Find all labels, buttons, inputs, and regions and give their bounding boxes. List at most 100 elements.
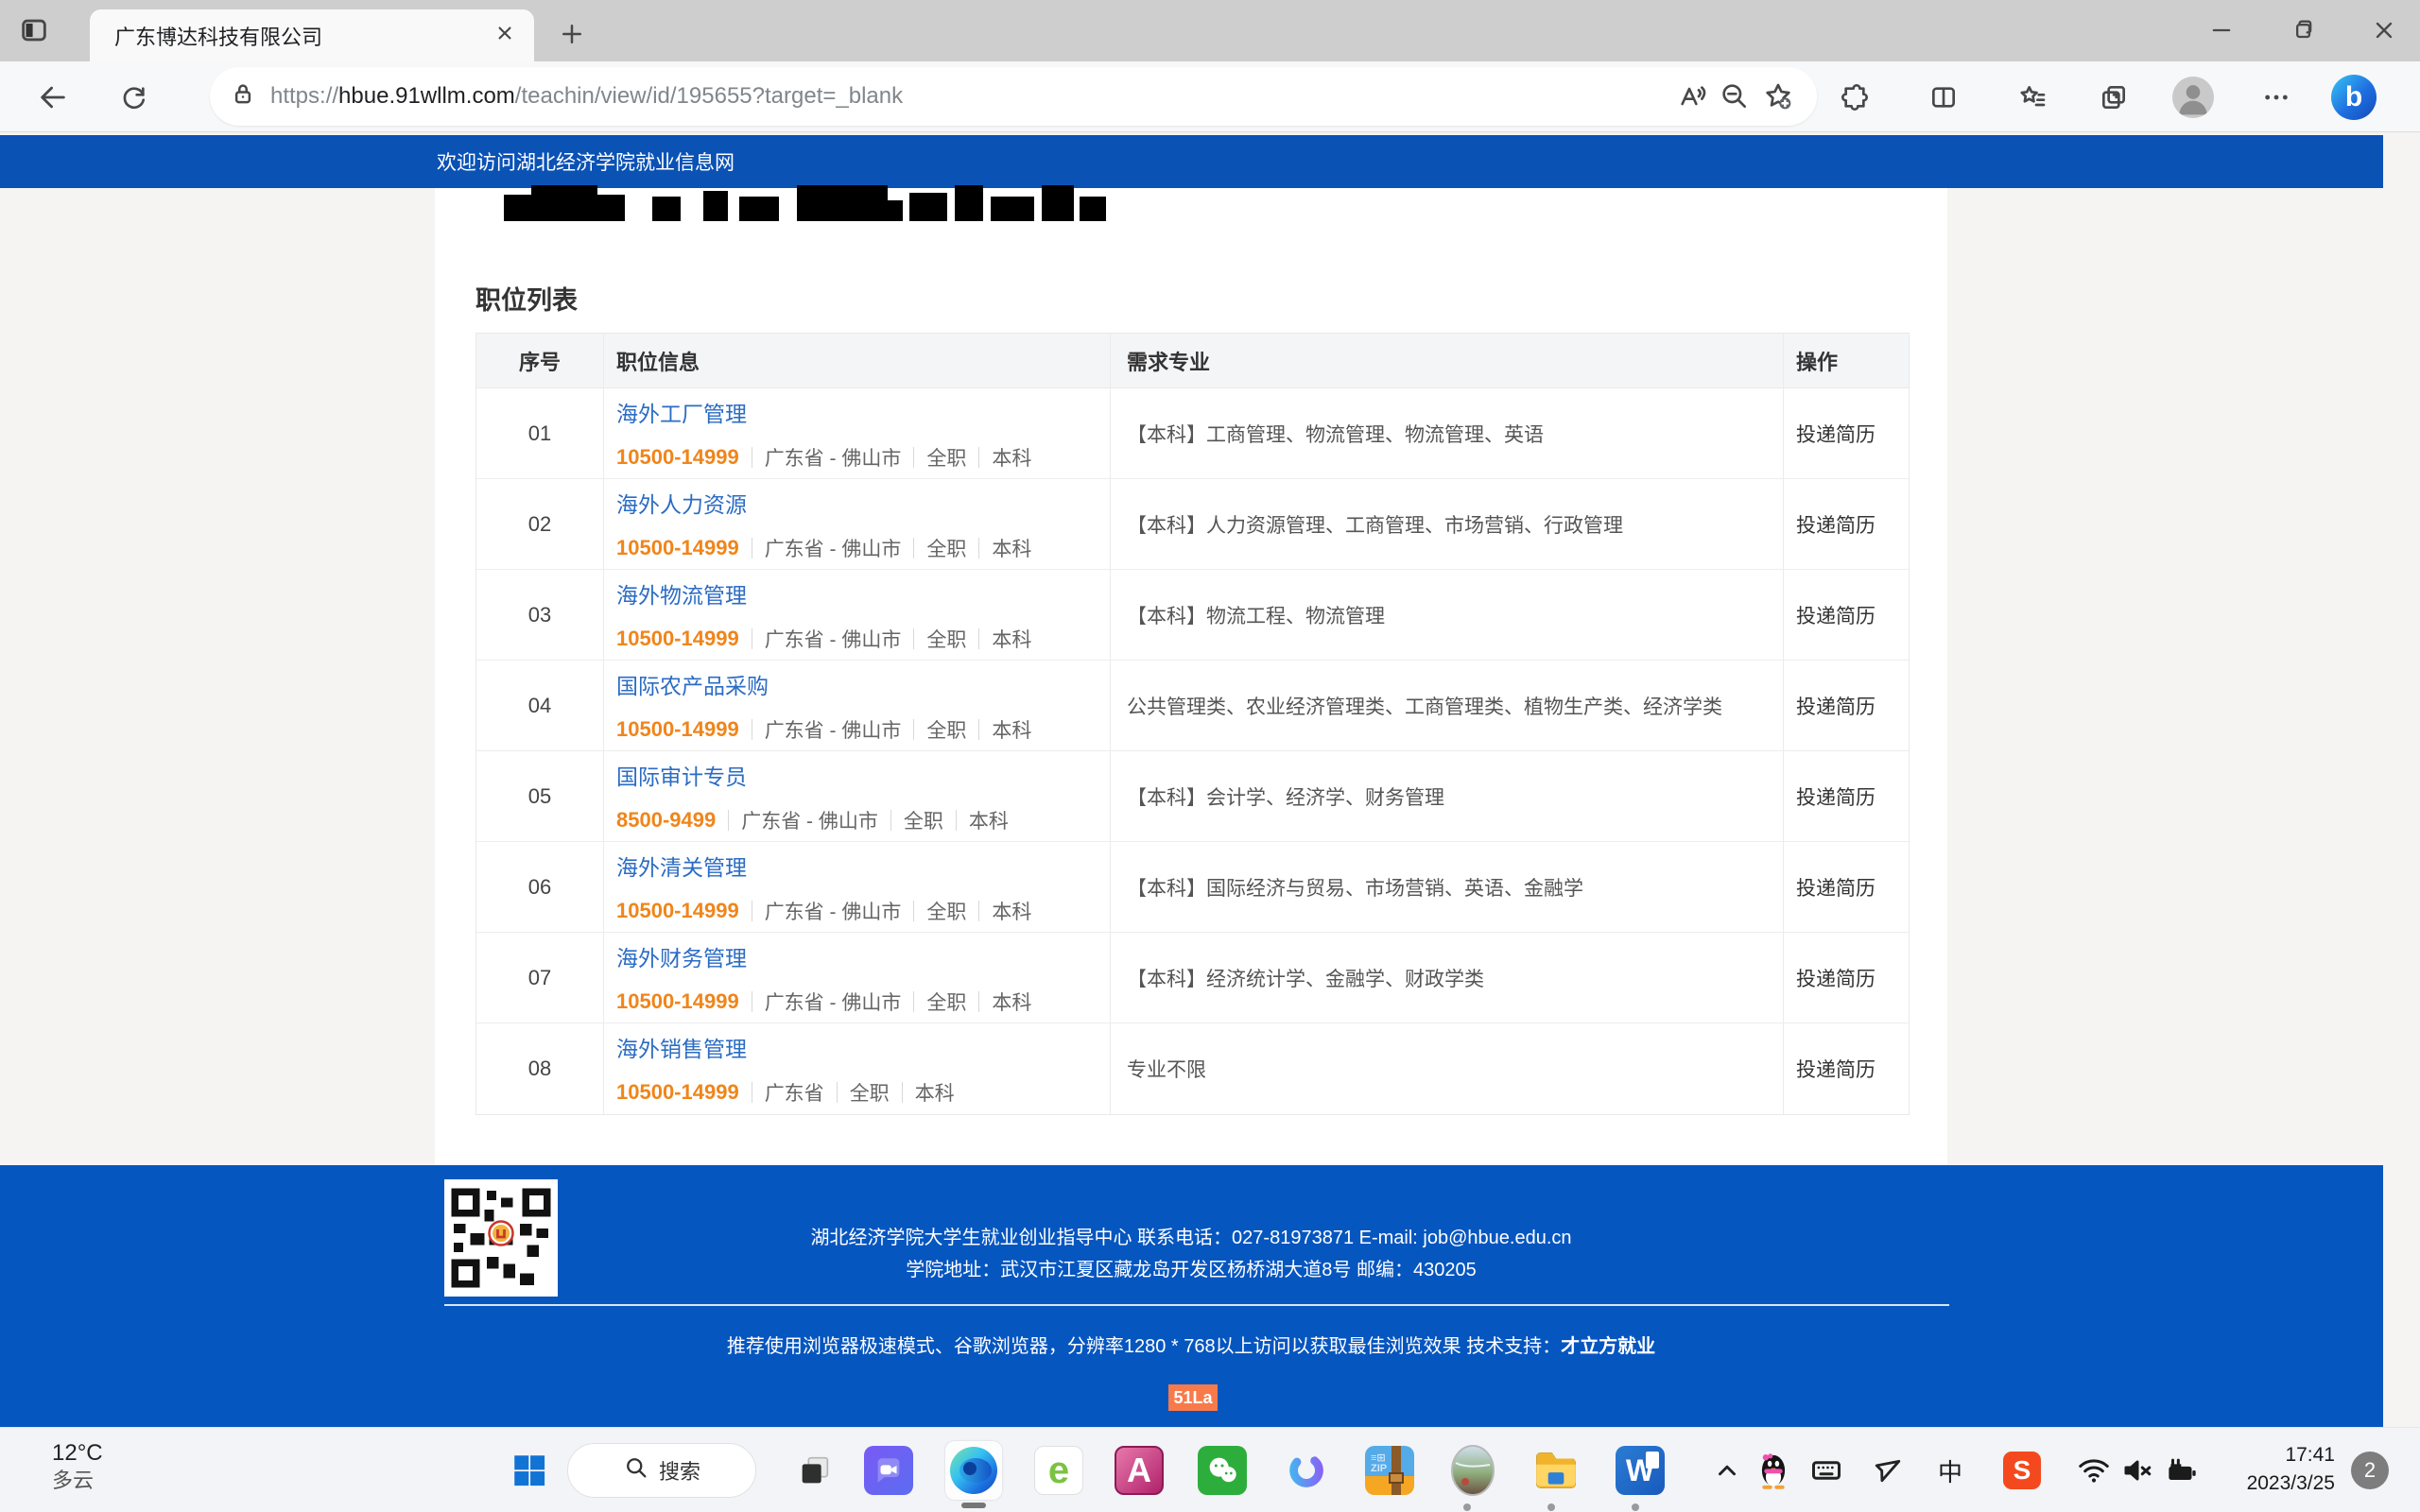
sogou-s-logo: S (2003, 1452, 2041, 1489)
job-info-cell: 海外清关管理 10500-14999广东省 - 佛山市全职本科 (603, 842, 1110, 932)
taskbar-app-wechat[interactable] (1192, 1440, 1253, 1501)
meta-separator (728, 810, 729, 831)
job-type: 全职 (904, 806, 943, 834)
job-title-link[interactable]: 国际审计专员 (616, 759, 1110, 791)
taskbar-weather-widget[interactable]: 12°C 多云 (52, 1439, 103, 1494)
job-location: 广东省 - 佛山市 (765, 625, 902, 653)
tab-actions-menu-icon[interactable] (15, 11, 53, 49)
tray-volume-muted-icon[interactable] (2116, 1449, 2159, 1492)
zoom-out-icon[interactable] (1713, 75, 1756, 118)
tray-qq-icon[interactable] (1752, 1449, 1795, 1492)
job-location: 广东省 - 佛山市 (765, 988, 902, 1016)
taskbar-app-photos[interactable] (1443, 1440, 1503, 1501)
job-type: 全职 (926, 988, 966, 1016)
refresh-button[interactable] (112, 75, 157, 120)
col-header-no: 序号 (476, 334, 603, 387)
meta-separator (978, 991, 979, 1012)
split-screen-icon[interactable] (1921, 75, 1966, 120)
job-majors: 公共管理类、农业经济管理类、工商管理类、植物生产类、经济学类 (1110, 661, 1783, 750)
job-info-cell: 海外物流管理10500-14999广东省 - 佛山市全职本科 (603, 570, 1110, 660)
job-title-link[interactable]: 国际农产品采购 (616, 668, 1110, 700)
add-favorite-icon[interactable] (1756, 75, 1800, 118)
taskbar-app-360browser[interactable]: e (1028, 1440, 1089, 1501)
taskbar-app-edge[interactable] (943, 1440, 1004, 1501)
job-degree: 本科 (915, 1078, 955, 1107)
job-title-link[interactable]: 海外清关管理 (616, 850, 1110, 882)
tray-chevron-up-icon[interactable] (1705, 1449, 1749, 1492)
apply-resume-link[interactable]: 投递简历 (1796, 510, 1910, 539)
apply-resume-link[interactable]: 投递简历 (1796, 420, 1910, 448)
settings-more-icon[interactable] (2254, 75, 2299, 120)
tray-touch-keyboard-icon[interactable] (1805, 1449, 1848, 1492)
taskbar-app-word[interactable]: W (1610, 1440, 1670, 1501)
table-row: 01海外工厂管理10500-14999广东省 - 佛山市全职本科【本科】工商管理… (476, 388, 1909, 479)
job-location: 广东省 - 佛山市 (765, 534, 902, 562)
new-tab-button[interactable] (553, 15, 591, 53)
job-degree: 本科 (992, 534, 1031, 562)
job-type: 全职 (926, 715, 966, 744)
address-bar[interactable]: https://hbue.91wllm.com/teachin/view/id/… (210, 67, 1817, 126)
taskbar-app-zip[interactable]: ≡⊞ZIP (1359, 1440, 1420, 1501)
window-close-button[interactable] (2358, 8, 2411, 53)
taskbar-search[interactable]: 搜索 (567, 1443, 756, 1498)
job-meta: 10500-14999广东省 - 佛山市全职本科 (616, 897, 1110, 925)
tray-clock[interactable]: 17:41 2023/3/25 (2203, 1441, 2335, 1499)
read-aloud-icon[interactable] (1669, 75, 1713, 118)
job-title-link[interactable]: 海外人力资源 (616, 487, 1110, 519)
apply-resume-link[interactable]: 投递简历 (1796, 692, 1910, 720)
51la-stats-badge[interactable]: 51La (1168, 1384, 1218, 1411)
browser-tab[interactable]: 广东博达科技有限公司 (90, 9, 534, 61)
job-salary: 10500-14999 (616, 445, 739, 470)
job-degree: 本科 (992, 625, 1031, 653)
taskbar-app-access[interactable]: A (1109, 1440, 1169, 1501)
job-title-link[interactable]: 海外财务管理 (616, 940, 1110, 972)
lock-icon[interactable] (229, 80, 257, 113)
meta-separator (913, 447, 914, 468)
job-title-link[interactable]: 海外销售管理 (616, 1031, 1110, 1063)
taskbar-app-file-explorer[interactable] (1526, 1440, 1586, 1501)
browser-toolbar: https://hbue.91wllm.com/teachin/view/id/… (0, 61, 2420, 132)
table-row: 07海外财务管理10500-14999广东省 - 佛山市全职本科【本科】经济统计… (476, 933, 1909, 1023)
collections-icon[interactable] (2091, 75, 2136, 120)
meta-separator (978, 628, 979, 649)
notification-count-badge[interactable]: 2 (2351, 1452, 2389, 1489)
taskbar-app-chat[interactable] (858, 1440, 919, 1501)
tray-wifi-icon[interactable] (2072, 1449, 2116, 1492)
window-minimize-button[interactable] (2195, 8, 2248, 53)
meta-separator (837, 1082, 838, 1103)
apply-resume-link[interactable]: 投递简历 (1796, 601, 1910, 629)
search-icon (623, 1454, 649, 1486)
job-title-link[interactable]: 海外物流管理 (616, 577, 1110, 610)
favorites-list-icon[interactable] (2010, 75, 2055, 120)
apply-resume-link[interactable]: 投递简历 (1796, 964, 1910, 992)
job-info-cell: 海外人力资源10500-14999广东省 - 佛山市全职本科 (603, 479, 1110, 569)
apply-resume-link[interactable]: 投递简历 (1796, 873, 1910, 902)
extensions-icon[interactable] (1832, 75, 1877, 120)
job-info-cell: 海外工厂管理10500-14999广东省 - 佛山市全职本科 (603, 388, 1110, 478)
screen: 广东博达科技有限公司 https://hbue.91 (0, 0, 2420, 1512)
start-button[interactable] (499, 1440, 560, 1501)
tray-ime-indicator[interactable]: 中 (1928, 1449, 1972, 1492)
back-button[interactable] (30, 75, 76, 120)
window-restore-button[interactable] (2276, 8, 2329, 53)
meta-separator (978, 447, 979, 468)
job-salary: 10500-14999 (616, 627, 739, 651)
col-header-action: 操作 (1783, 334, 1910, 387)
word-running-indicator (1632, 1503, 1639, 1511)
tray-battery-icon[interactable] (2158, 1449, 2202, 1492)
support-link[interactable]: 才立方就业 (1561, 1336, 1655, 1357)
task-view-button[interactable] (785, 1440, 845, 1501)
tab-close-icon[interactable] (493, 21, 517, 50)
apply-resume-link[interactable]: 投递简历 (1796, 782, 1910, 811)
tray-sogou-icon[interactable]: S (2000, 1449, 2044, 1492)
profile-avatar[interactable] (2170, 75, 2216, 120)
taskbar-app-loop[interactable] (1276, 1440, 1337, 1501)
apply-resume-link[interactable]: 投递简历 (1796, 1055, 1910, 1083)
bing-chat-icon[interactable]: b (2331, 75, 2377, 120)
footer-contact-line2: 学院地址：武汉市江夏区藏龙岛开发区杨桥湖大道8号 邮编：430205 (435, 1254, 1947, 1281)
job-title-link[interactable]: 海外工厂管理 (616, 396, 1110, 428)
job-salary: 10500-14999 (616, 536, 739, 560)
url-text[interactable]: https://hbue.91wllm.com/teachin/view/id/… (270, 83, 1669, 110)
bing-logo: b (2331, 75, 2377, 120)
tray-location-icon[interactable] (1865, 1449, 1909, 1492)
